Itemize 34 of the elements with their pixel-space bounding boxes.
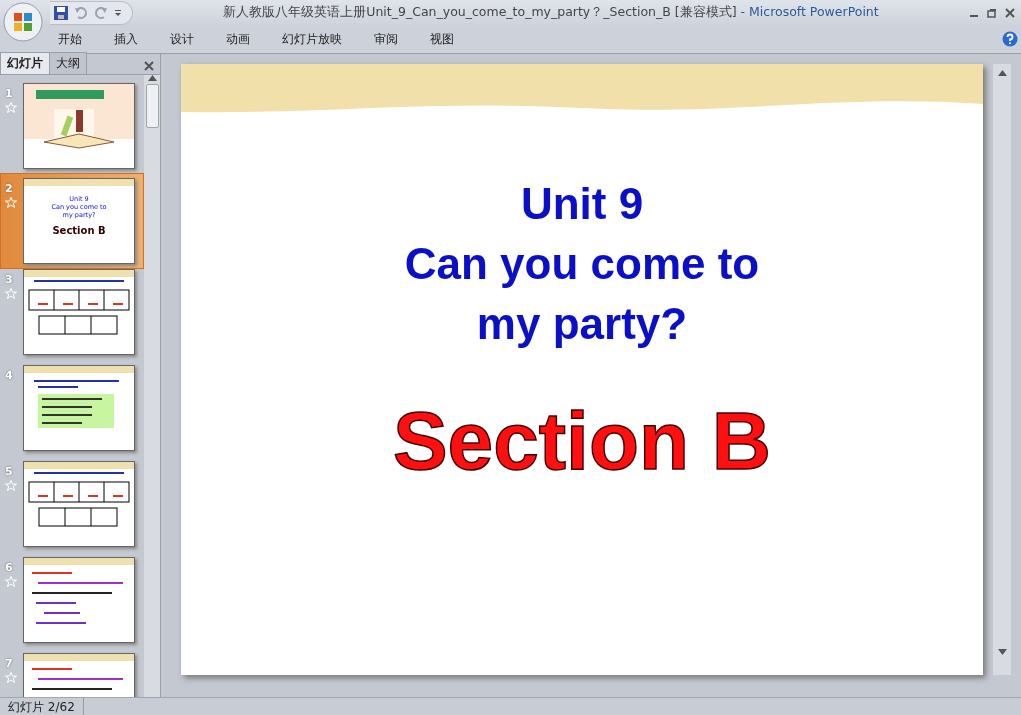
slide-title: my party? xyxy=(476,298,688,350)
help-icon[interactable] xyxy=(1002,31,1018,47)
panel-tab[interactable]: 大纲 xyxy=(49,52,87,74)
slide-number: 3 xyxy=(5,273,13,286)
ribbon-tab[interactable]: 设计 xyxy=(160,30,216,48)
panel-tab[interactable]: 幻灯片 xyxy=(0,52,50,74)
slide-title: Can you come to xyxy=(404,238,760,290)
slide-subtitle: Section B xyxy=(392,394,772,488)
slide-number: 1 xyxy=(5,87,13,100)
slide-counter: 幻灯片 2/62 xyxy=(0,698,84,715)
close-icon[interactable] xyxy=(1005,7,1015,18)
scroll-up-icon[interactable] xyxy=(997,70,1007,76)
ribbon-tab[interactable]: 视图 xyxy=(420,30,476,48)
slide-title: Unit 9 xyxy=(520,178,644,230)
slide-number: 7 xyxy=(5,657,13,670)
title-separator: - xyxy=(740,4,745,19)
slide-number: 5 xyxy=(5,465,13,478)
slide-number: 2 xyxy=(5,182,13,195)
restore-icon[interactable] xyxy=(987,7,997,18)
ribbon-tab[interactable]: 幻灯片放映 xyxy=(272,30,364,48)
close-icon[interactable] xyxy=(144,61,154,71)
save-icon[interactable] xyxy=(54,5,68,20)
ribbon-tab[interactable]: 开始 xyxy=(48,30,104,48)
app-name: Microsoft PowerPoint xyxy=(749,4,879,19)
slide-number: 4 xyxy=(5,369,13,382)
scrollbar-thumb[interactable] xyxy=(145,84,159,128)
scroll-down-icon[interactable] xyxy=(997,649,1007,655)
ribbon-tab[interactable]: 动画 xyxy=(216,30,272,48)
window-title: 新人教版八年级英语上册Unit_9_Can_you_come_to_my_party？_Section_B [兼容模式] xyxy=(223,4,737,19)
slide-number: 6 xyxy=(5,561,13,574)
ribbon-tab[interactable]: 插入 xyxy=(104,30,160,48)
ribbon-tab[interactable]: 审阅 xyxy=(364,30,420,48)
dropdown-icon[interactable] xyxy=(114,8,122,17)
scroll-up-icon[interactable] xyxy=(147,75,157,81)
